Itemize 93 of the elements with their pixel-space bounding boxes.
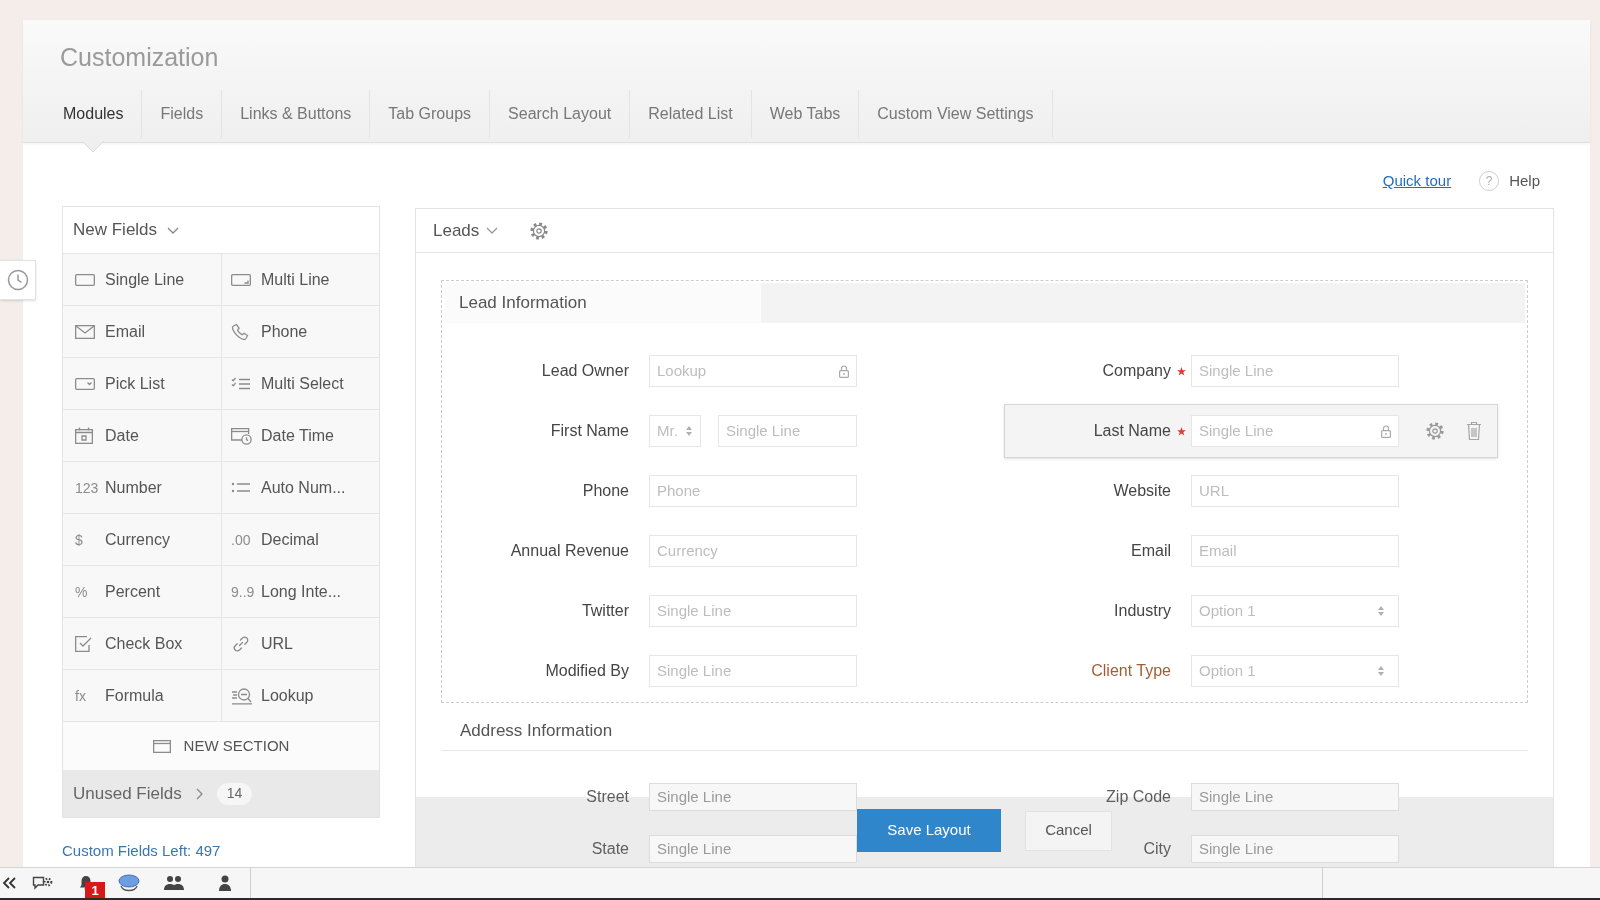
custom-fields-counter: Custom Fields Left: 497 [62, 842, 221, 859]
field-type-item[interactable]: URL [221, 617, 379, 669]
up-down-arrows-icon [1377, 665, 1385, 677]
unused-fields-toggle[interactable]: Unused Fields 14 [63, 770, 379, 817]
tab[interactable]: Web Tabs [750, 90, 859, 138]
field-type-item[interactable]: 123 Number [63, 461, 221, 513]
field-label: Modified By [545, 661, 629, 681]
gear-icon[interactable] [529, 220, 550, 241]
cancel-button[interactable]: Cancel [1025, 810, 1112, 851]
decimal-icon: .00 [231, 532, 251, 547]
speech-bubbles-icon[interactable] [117, 874, 141, 892]
field-type-item[interactable]: Phone [221, 305, 379, 357]
section-icon [152, 739, 171, 753]
digits-icon: 123 [75, 480, 99, 495]
checklist-icon [231, 376, 251, 391]
field-type-item[interactable]: % Percent [63, 565, 221, 617]
text-area-icon [231, 273, 251, 286]
link-icon [231, 633, 251, 654]
dropdown-box-icon [75, 377, 95, 390]
field-label: State [591, 839, 629, 859]
envelope-icon [75, 324, 95, 339]
field-label: City [1143, 839, 1171, 859]
people-icon[interactable] [163, 875, 185, 891]
field-label: Street [586, 787, 629, 807]
calendar-icon [75, 427, 93, 444]
field-label: Last Name [1093, 421, 1171, 441]
field-label: Client Type [1091, 661, 1171, 681]
chevron-right-icon [195, 787, 203, 800]
field-label: Zip Code [1106, 787, 1171, 807]
field-label: Website [1113, 481, 1171, 501]
field-type-item[interactable]: fx Formula [63, 669, 221, 721]
field-type-item[interactable]: Check Box [63, 617, 221, 669]
percent-icon: % [75, 584, 88, 599]
dollar-sign-icon: $ [75, 532, 83, 547]
tab[interactable]: Related List [629, 90, 751, 138]
section-title: Lead Information [459, 292, 587, 315]
tab[interactable]: Modules [45, 90, 142, 138]
help-link[interactable]: Help [1509, 169, 1540, 193]
field-type-item[interactable]: Date [63, 409, 221, 461]
tab[interactable]: Links & Buttons [221, 90, 370, 138]
calendar-clock-icon [231, 426, 252, 445]
field-type-item[interactable]: Auto Num... [221, 461, 379, 513]
speech-bubble-gear-icon[interactable] [32, 875, 54, 891]
tab[interactable]: Custom View Settings [858, 90, 1053, 138]
field-label: Annual Revenue [510, 541, 629, 561]
function-icon: fx [75, 688, 86, 703]
field-type-item[interactable]: Pick List [63, 357, 221, 409]
field-type-item[interactable]: $ Currency [63, 513, 221, 565]
chevron-down-icon [486, 227, 499, 234]
field-label: Phone [582, 481, 629, 501]
text-field[interactable]: Single Line [1191, 835, 1399, 863]
field-label: Company [1102, 361, 1171, 381]
field-type-item[interactable]: Date Time [221, 409, 379, 461]
field-label: Email [1131, 541, 1171, 561]
text-field[interactable]: Single Line [649, 835, 857, 863]
tab[interactable]: Search Layout [489, 90, 630, 138]
text-field[interactable]: Single Line [1191, 783, 1399, 811]
new-fields-dropdown[interactable]: New Fields [73, 217, 180, 243]
save-layout-button[interactable]: Save Layout [857, 809, 1001, 852]
field-label: Twitter [581, 601, 629, 621]
page-title: Customization [60, 42, 219, 72]
field-label: Lead Owner [541, 361, 629, 381]
quick-tour-link[interactable]: Quick tour [1382, 169, 1452, 193]
notification-badge: 1 [85, 882, 105, 898]
up-down-arrows-icon [685, 425, 693, 437]
digit-range-icon: 9..9 [231, 584, 255, 599]
gear-icon[interactable] [1425, 421, 1445, 441]
phone-icon [231, 322, 249, 341]
tab[interactable]: Fields [141, 90, 222, 138]
module-dropdown[interactable]: Leads [433, 217, 499, 244]
text-box-icon [75, 273, 95, 286]
field-type-item[interactable]: Multi Line [221, 253, 379, 305]
count-badge: 14 [216, 782, 253, 805]
field-type-item[interactable]: Multi Select [221, 357, 379, 409]
field-type-item[interactable]: .00 Decimal [221, 513, 379, 565]
field-type-item[interactable]: Lookup [221, 669, 379, 721]
side-tab[interactable] [0, 260, 36, 300]
clock-icon [6, 269, 29, 291]
field-label: Industry [1114, 601, 1171, 621]
field-type-item[interactable]: Single Line [63, 253, 221, 305]
double-chevron-left-icon[interactable] [2, 877, 16, 889]
section-title: Address Information [460, 719, 613, 742]
magnifier-list-icon [231, 686, 253, 705]
list-icon [231, 480, 251, 495]
field-type-item[interactable]: Email [63, 305, 221, 357]
checkbox-icon [75, 635, 93, 652]
text-field[interactable]: Single Line [649, 783, 857, 811]
person-icon[interactable] [218, 875, 232, 891]
tab[interactable]: Tab Groups [369, 90, 490, 138]
up-down-arrows-icon [1377, 605, 1385, 617]
chevron-down-icon [167, 226, 180, 234]
field-type-item[interactable]: 9..9 Long Inte... [221, 565, 379, 617]
field-label: First Name [550, 421, 629, 441]
